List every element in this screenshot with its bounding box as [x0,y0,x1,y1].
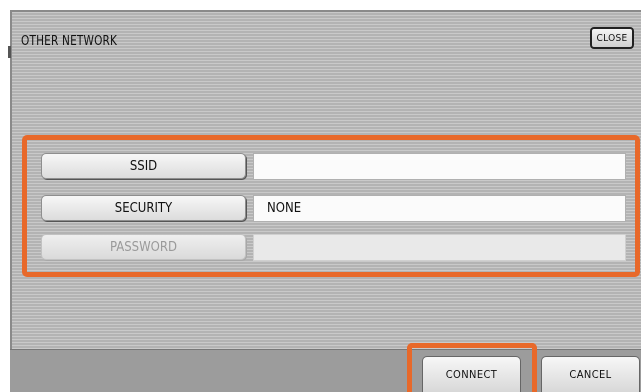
form-highlight-frame [22,135,640,277]
close-button[interactable]: CLOSE [590,27,634,49]
dialog-title: OTHER NETWORK [21,34,118,49]
connect-highlight-frame [407,343,537,392]
cancel-button[interactable]: CANCEL [541,356,640,392]
edge-marker [8,46,11,58]
